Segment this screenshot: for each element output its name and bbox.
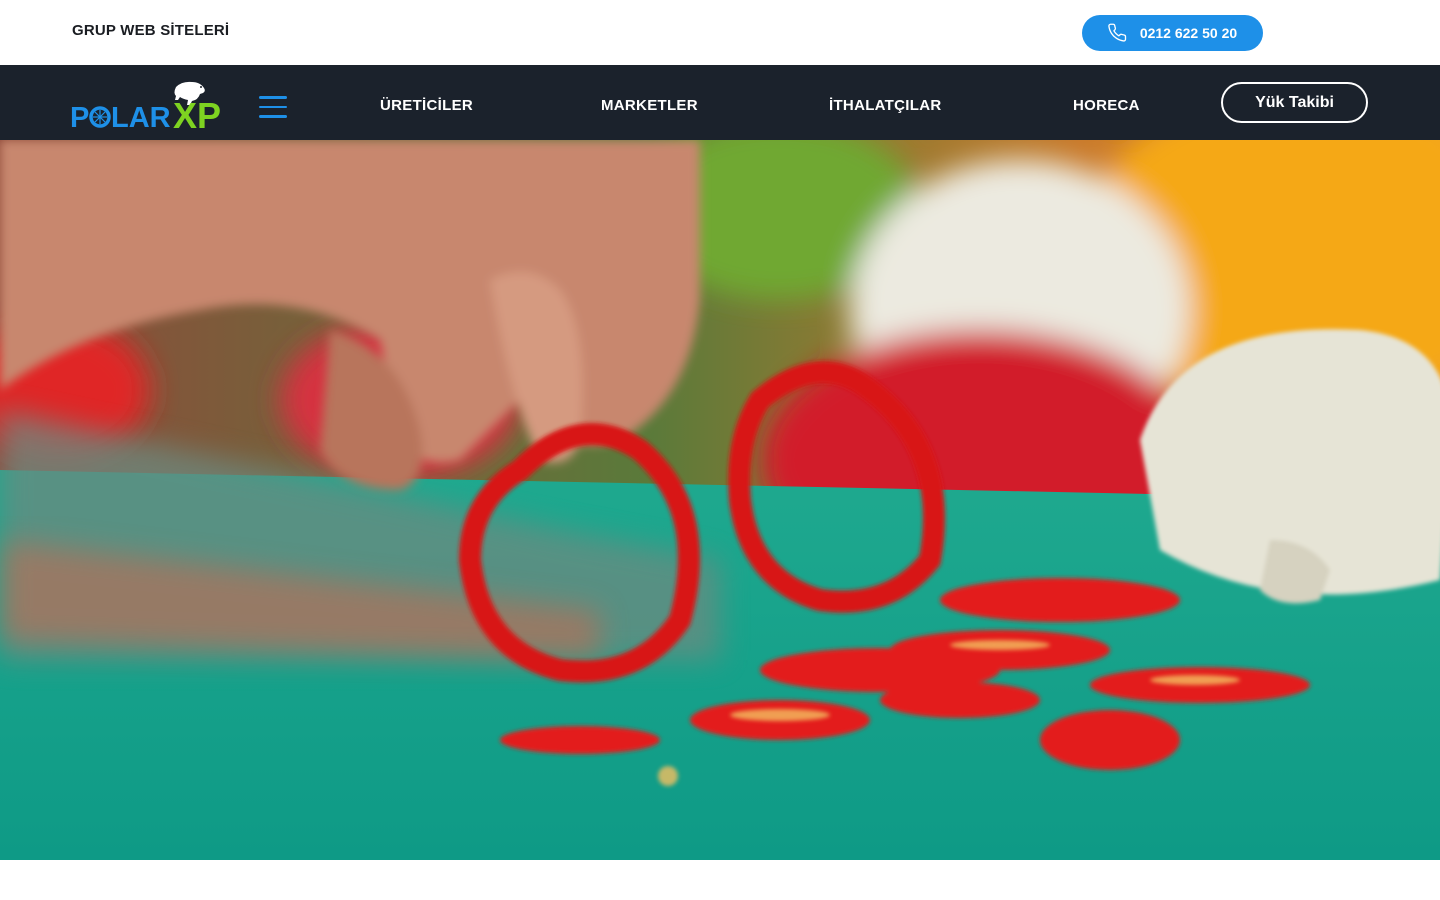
phone-number: 0212 622 50 20 [1139, 25, 1238, 41]
polarxp-logo[interactable]: P LAR XP [70, 77, 238, 131]
svg-text:XP: XP [173, 95, 221, 131]
main-navbar: P LAR XP ÜRETİCİLER MARKETLER İTHALATÇIL… [0, 65, 1440, 140]
phone-button[interactable]: 0212 622 50 20 [1082, 15, 1263, 51]
svg-text:P: P [70, 102, 90, 131]
menu-hamburger-icon[interactable] [259, 96, 287, 118]
top-bar: GRUP WEB SİTELERİ 0212 622 50 20 [0, 0, 1440, 65]
cargo-tracking-button[interactable]: Yük Takibi [1221, 82, 1368, 123]
nav-item-producers[interactable]: ÜRETİCİLER [380, 97, 473, 114]
group-web-sites-link[interactable]: GRUP WEB SİTELERİ [72, 22, 229, 39]
phone-icon [1108, 23, 1126, 42]
nav-item-markets[interactable]: MARKETLER [601, 97, 698, 114]
svg-text:LAR: LAR [111, 102, 171, 131]
hero-image [0, 140, 1440, 860]
nav-item-horeca[interactable]: HORECA [1073, 97, 1140, 114]
nav-item-importers[interactable]: İTHALATÇILAR [829, 97, 941, 114]
